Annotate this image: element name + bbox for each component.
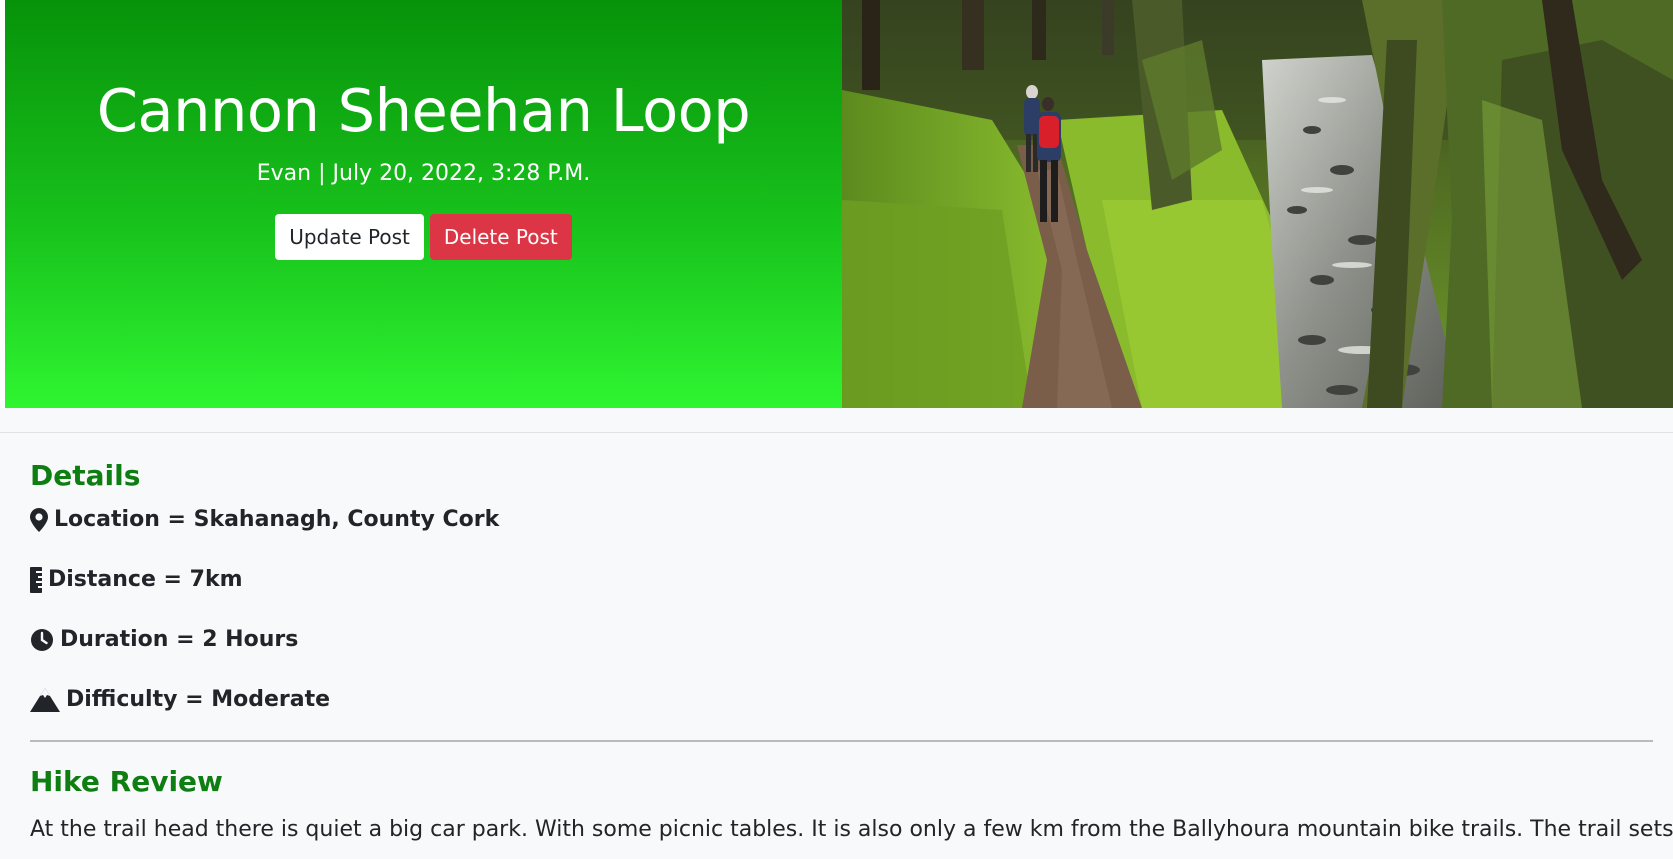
details-heading: Details	[30, 459, 141, 492]
ruler-icon	[30, 567, 42, 593]
detail-location-text: Location = Skahanagh, County Cork	[54, 507, 500, 532]
detail-difficulty: Difficulty = Moderate	[30, 682, 1653, 718]
post-hero: Cannon Sheehan Loop Evan | July 20, 2022…	[0, 0, 1673, 408]
review-heading: Hike Review	[30, 765, 223, 798]
delete-post-button[interactable]: Delete Post	[429, 214, 572, 260]
hike-photo	[842, 0, 1673, 408]
detail-duration-text: Duration = 2 Hours	[60, 627, 299, 652]
clock-icon	[30, 628, 54, 652]
post-content: Details Location = Skahanagh, County Cor…	[30, 456, 1673, 848]
detail-duration: Duration = 2 Hours	[30, 622, 1653, 658]
mountain-icon	[30, 688, 60, 712]
post-actions: Update Post Delete Post	[5, 214, 842, 260]
hero-banner: Cannon Sheehan Loop Evan | July 20, 2022…	[5, 0, 842, 408]
post-title: Cannon Sheehan Loop	[96, 76, 751, 145]
hero-divider	[0, 432, 1673, 433]
review-text: At the trail head there is quiet a big c…	[30, 817, 1673, 842]
post-meta: Evan | July 20, 2022, 3:28 P.M.	[256, 161, 591, 186]
detail-distance-text: Distance = 7km	[48, 567, 243, 592]
location-pin-icon	[30, 508, 48, 532]
section-divider	[30, 740, 1653, 742]
detail-difficulty-text: Difficulty = Moderate	[66, 687, 330, 712]
update-post-button[interactable]: Update Post	[275, 214, 424, 260]
detail-distance: Distance = 7km	[30, 562, 1653, 598]
detail-location: Location = Skahanagh, County Cork	[30, 502, 1653, 538]
